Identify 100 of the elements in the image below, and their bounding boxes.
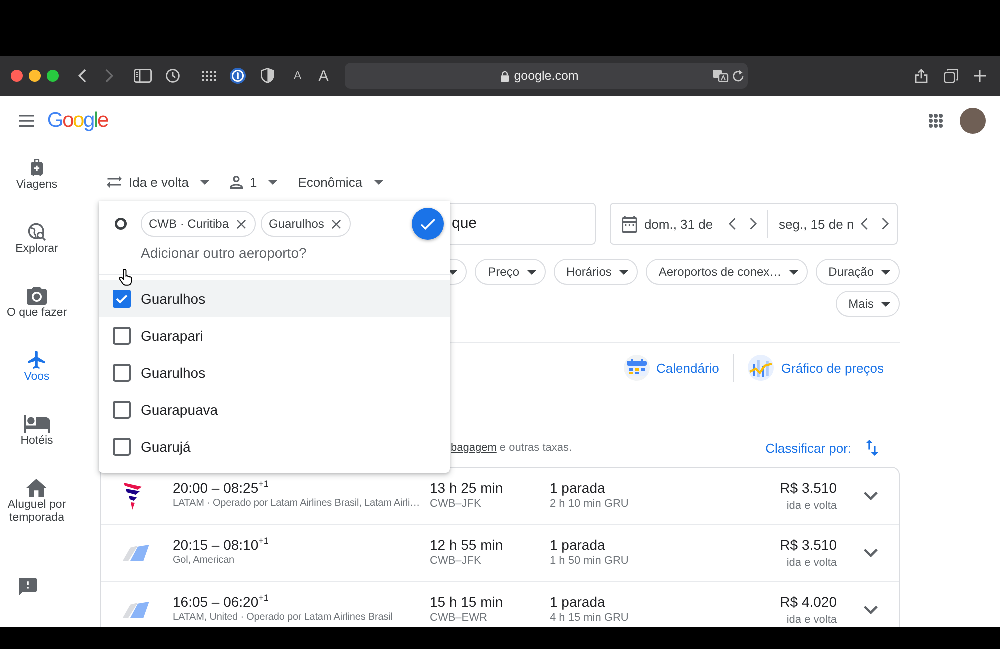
nav-item[interactable]: Explorar xyxy=(0,220,74,284)
google-logo[interactable]: Google xyxy=(47,109,108,133)
swoosh-logo-icon xyxy=(123,481,143,511)
hand-pointer-icon xyxy=(119,269,134,286)
minimize-window-icon[interactable] xyxy=(29,70,41,82)
chevron-down-icon[interactable] xyxy=(864,606,878,614)
airport-chip[interactable]: CWB · Curitiba xyxy=(141,211,256,237)
checkbox[interactable] xyxy=(113,326,131,344)
nav-item[interactable]: Hotéis xyxy=(0,412,74,476)
filter-chip[interactable]: Preço xyxy=(475,259,546,285)
tail-fin-icon xyxy=(123,602,150,618)
house-icon xyxy=(26,479,48,497)
share-icon[interactable] xyxy=(914,68,928,84)
close-icon[interactable] xyxy=(237,220,246,228)
filter-chip[interactable]: Aeroportos de conex… xyxy=(646,259,808,285)
stops-count: 1 parada xyxy=(550,537,606,554)
lock-icon xyxy=(500,70,510,82)
caret-icon xyxy=(268,180,278,184)
flight-times: 20:15 – 08:10$^{+1}$ xyxy=(173,537,270,554)
nav-item[interactable]: Aluguel por temporada xyxy=(0,476,74,540)
checkbox[interactable] xyxy=(113,290,131,308)
apps-grid-icon[interactable] xyxy=(929,114,943,128)
sort-arrows-icon xyxy=(866,440,878,456)
caret-icon xyxy=(374,180,384,184)
reload-icon[interactable] xyxy=(732,70,744,82)
menu-icon[interactable] xyxy=(19,115,34,127)
zoom-window-icon[interactable] xyxy=(47,70,59,82)
text-larger-button[interactable]: A xyxy=(316,66,331,86)
tabs-icon[interactable] xyxy=(944,68,958,84)
filter-chip[interactable]: Horários xyxy=(554,259,638,285)
flight-row[interactable]: 20:15 – 08:10$^{+1}$ Gol, American 12 h 55 min CWB–JFK 1 parada 1 h 50 min GRU R$ 3.510 ida e volta xyxy=(101,525,899,582)
airline-names: LATAM · Operado por Latam Airlines Brasil, Latam Airli… xyxy=(173,497,422,511)
caret-icon xyxy=(618,270,629,274)
airline-names: LATAM, United · Operado por Latam Airlines Brasil xyxy=(173,611,394,625)
flight-route: CWB–JFK xyxy=(430,554,482,568)
back-icon[interactable] xyxy=(78,69,87,83)
avatar-placeholder[interactable] xyxy=(960,108,986,134)
price-graph-button[interactable]: Gráfico de preços xyxy=(748,355,884,381)
feedback-icon[interactable] xyxy=(19,578,37,596)
chevron-down-icon[interactable] xyxy=(864,548,878,558)
forward-icon[interactable] xyxy=(105,69,114,83)
return-date[interactable]: seg., 15 de n xyxy=(779,216,854,232)
chevron-right-icon[interactable] xyxy=(750,218,757,230)
airplane-icon xyxy=(28,351,46,369)
flight-duration: 12 h 55 min xyxy=(430,537,504,554)
layover-info: 2 h 10 min GRU xyxy=(550,497,630,511)
sort-button[interactable]: Classificar por: xyxy=(766,438,878,458)
airport-option[interactable]: Guarapari xyxy=(99,317,450,354)
flight-duration: 13 h 25 min xyxy=(430,480,504,497)
translate-icon[interactable] xyxy=(713,70,729,82)
chevron-down-icon[interactable] xyxy=(864,492,878,500)
caret-icon xyxy=(526,270,537,274)
flight-times: 16:05 – 06:20$^{+1}$ xyxy=(173,594,270,611)
checkbox[interactable] xyxy=(113,364,131,382)
chevron-left-icon[interactable] xyxy=(860,218,868,230)
close-icon[interactable] xyxy=(332,220,342,228)
calendar-button[interactable]: Calendário xyxy=(624,355,720,381)
text-smaller-button[interactable]: A xyxy=(290,66,305,86)
airport-option[interactable]: Guarapuava xyxy=(99,391,450,428)
caret-icon xyxy=(448,270,458,274)
layover-info: 1 h 50 min GRU xyxy=(550,554,630,568)
chevron-right-icon[interactable] xyxy=(882,218,889,230)
airport-chip[interactable]: Guarulhos xyxy=(261,211,352,237)
price-note: ida e volta xyxy=(786,499,837,513)
more-filters-chip[interactable]: Mais xyxy=(836,291,900,317)
checkbox[interactable] xyxy=(113,400,131,418)
luggage-icon xyxy=(31,159,43,177)
caret-icon xyxy=(788,270,799,274)
price: R$ 3.510 xyxy=(779,537,837,554)
date-range-field[interactable]: dom., 31 de seg., 15 de n xyxy=(610,203,898,245)
filter-chip[interactable]: Duração xyxy=(816,259,900,285)
nav-item[interactable]: Voos xyxy=(0,348,74,412)
confirm-button[interactable] xyxy=(412,208,444,240)
nav-item[interactable]: O que fazer xyxy=(0,284,74,348)
address-bar[interactable]: google.com xyxy=(344,63,748,89)
departure-date[interactable]: dom., 31 de xyxy=(644,216,714,232)
shield-icon[interactable] xyxy=(261,68,275,84)
keyhole-icon[interactable] xyxy=(230,68,246,84)
calendar-grid-icon xyxy=(624,355,650,381)
airport-option[interactable]: Guarulhos xyxy=(99,354,450,391)
trip-type-dropdown[interactable]: Ida e volta xyxy=(100,167,217,197)
flight-duration: 15 h 15 min xyxy=(430,594,504,611)
caret-icon xyxy=(200,180,210,184)
nav-item[interactable]: Viagens xyxy=(0,156,74,220)
clock-icon[interactable] xyxy=(166,69,180,83)
checkbox[interactable] xyxy=(113,438,131,456)
caret-icon xyxy=(881,302,891,306)
passenger-count-dropdown[interactable]: 1 xyxy=(223,167,286,197)
sidebar-icon[interactable] xyxy=(134,69,152,83)
fare-note: bagagem e outras taxas. xyxy=(451,442,574,454)
bar-chart-icon xyxy=(748,355,774,381)
airport-option[interactable]: Guarujá xyxy=(99,428,450,465)
grid-icon[interactable] xyxy=(202,70,216,82)
flight-route: CWB–JFK xyxy=(430,497,482,511)
chevron-left-icon[interactable] xyxy=(728,218,736,230)
plus-icon[interactable] xyxy=(974,70,986,82)
close-window-icon[interactable] xyxy=(11,70,23,82)
baggage-link[interactable]: bagagem xyxy=(451,442,497,454)
airport-option[interactable]: Guarulhos xyxy=(99,280,450,317)
cabin-class-dropdown[interactable]: Econômica xyxy=(291,167,391,197)
